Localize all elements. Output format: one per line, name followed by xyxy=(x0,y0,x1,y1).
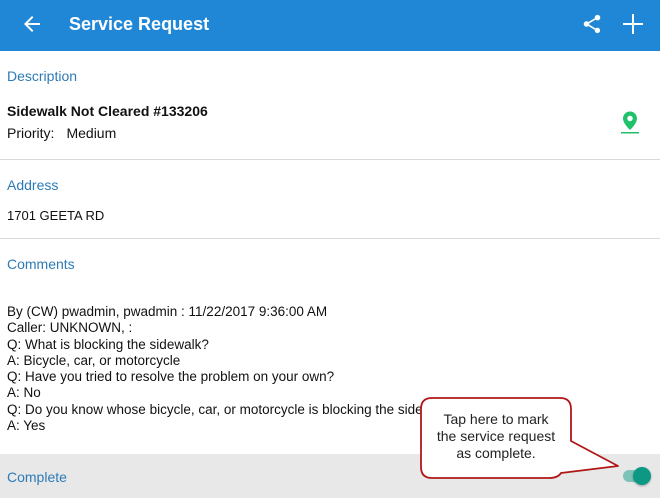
comment-line: Caller: UNKNOWN, : xyxy=(7,320,133,336)
plus-icon[interactable] xyxy=(621,12,645,36)
priority-label: Priority: xyxy=(7,125,55,141)
map-pin-icon[interactable] xyxy=(618,110,642,134)
divider xyxy=(0,159,660,160)
callout-line: the service request xyxy=(436,428,556,444)
page-title: Service Request xyxy=(69,14,210,34)
toggle-thumb xyxy=(633,467,651,485)
comment-line: Q: What is blocking the sidewalk? xyxy=(7,336,209,352)
divider xyxy=(0,238,660,239)
comment-line: Q: Have you tried to resolve the problem… xyxy=(7,369,335,385)
comment-line: A: Bicycle, car, or motorcycle xyxy=(7,352,181,368)
comment-line: A: No xyxy=(7,385,41,401)
comment-line: By (CW) pwadmin, pwadmin : 11/22/2017 9:… xyxy=(7,304,328,319)
priority-row: Priority: Medium xyxy=(7,125,116,141)
app-bar: Service Request xyxy=(0,0,660,51)
complete-toggle[interactable] xyxy=(621,466,651,486)
arrow-back-icon[interactable] xyxy=(20,12,44,36)
description-label: Description xyxy=(7,68,78,84)
priority-value: Medium xyxy=(66,125,117,141)
address-value: 1701 GEETA RD xyxy=(7,208,105,223)
address-label: Address xyxy=(7,177,59,193)
callout-line: as complete. xyxy=(456,445,536,461)
request-title: Sidewalk Not Cleared #133206 xyxy=(7,103,208,119)
callout-text: Tap here to mark the service request as … xyxy=(426,411,566,462)
complete-label: Complete xyxy=(7,469,67,485)
comments-label: Comments xyxy=(7,256,75,272)
callout-line: Tap here to mark xyxy=(443,411,549,427)
share-icon[interactable] xyxy=(581,12,603,36)
